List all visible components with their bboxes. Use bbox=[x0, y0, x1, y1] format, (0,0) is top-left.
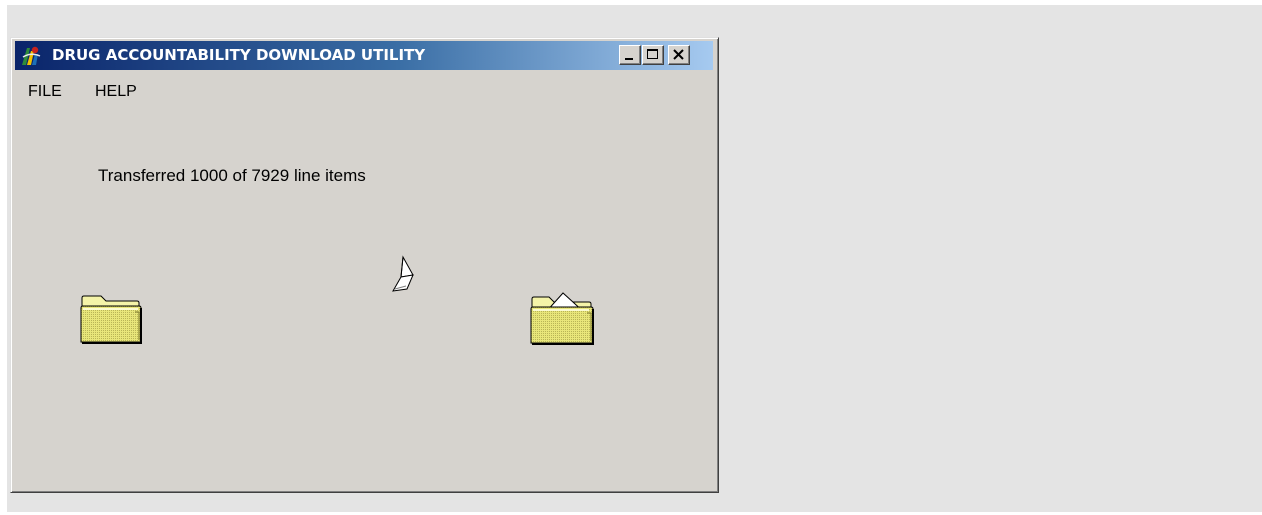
minimize-button[interactable] bbox=[619, 45, 641, 65]
title-bar[interactable]: DRUG ACCOUNTABILITY DOWNLOAD UTILITY bbox=[15, 41, 713, 70]
window-title: DRUG ACCOUNTABILITY DOWNLOAD UTILITY bbox=[52, 46, 426, 64]
folder-closed-icon bbox=[79, 292, 145, 353]
folder-open-document-icon bbox=[529, 287, 599, 354]
maximize-button[interactable] bbox=[642, 45, 664, 65]
close-button[interactable] bbox=[668, 45, 690, 65]
flying-paper-icon bbox=[389, 255, 423, 304]
transfer-status-text: Transferred 1000 of 7929 line items bbox=[98, 166, 366, 185]
close-icon bbox=[673, 49, 684, 60]
minimize-icon bbox=[625, 58, 633, 60]
app-logo-icon[interactable] bbox=[20, 45, 42, 67]
app-window: DRUG ACCOUNTABILITY DOWNLOAD UTILITY FIL… bbox=[10, 37, 719, 493]
maximize-icon bbox=[647, 49, 658, 59]
menu-help[interactable]: HELP bbox=[95, 83, 137, 101]
menu-file[interactable]: FILE bbox=[28, 83, 62, 101]
